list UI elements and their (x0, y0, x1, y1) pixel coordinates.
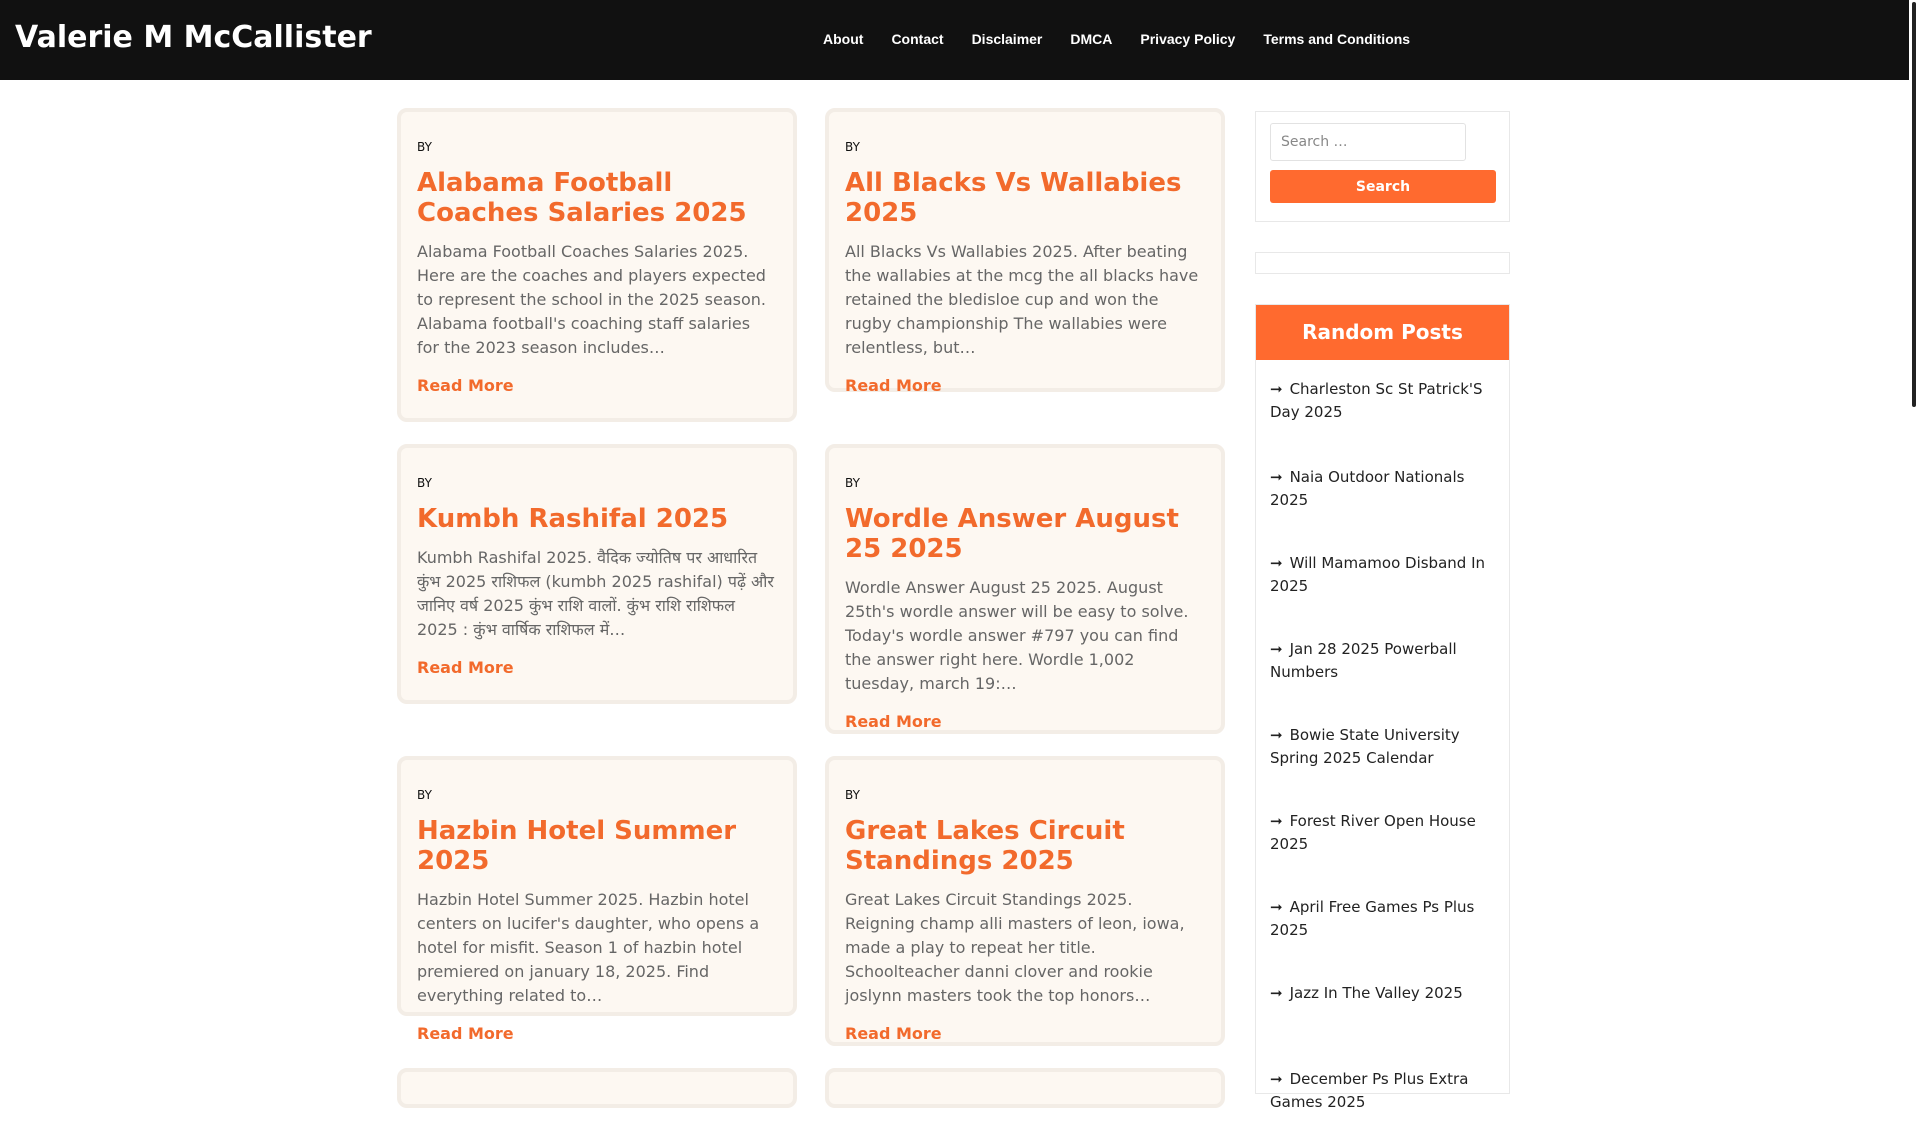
post-card-partial (397, 1068, 797, 1108)
arrow-right-icon: ➞ (1270, 984, 1283, 1002)
post-excerpt: Alabama Football Coaches Salaries 2025. … (417, 242, 767, 357)
post-card: BY Great Lakes Circuit Standings 2025 Gr… (825, 756, 1225, 1046)
random-post-item[interactable]: ➞ Jan 28 2025 Powerball Numbers (1270, 618, 1495, 704)
random-post-link[interactable]: April Free Games Ps Plus 2025 (1270, 898, 1474, 939)
post-excerpt: Kumbh Rashifal 2025. वैदिक ज्योतिष पर आध… (417, 548, 774, 639)
post-title[interactable]: Kumbh Rashifal 2025 (417, 504, 777, 534)
empty-widget (1255, 252, 1510, 274)
random-post-item[interactable]: ➞ Naia Outdoor Nationals 2025 (1270, 446, 1495, 532)
post-card: BY Hazbin Hotel Summer 2025 Hazbin Hotel… (397, 756, 797, 1043)
post-card: BY Alabama Football Coaches Salaries 202… (397, 108, 797, 422)
arrow-right-icon: ➞ (1270, 726, 1283, 744)
post-excerpt: Hazbin Hotel Summer 2025. Hazbin hotel c… (417, 890, 760, 1005)
post-card: BY Kumbh Rashifal 2025 Kumbh Rashifal 20… (397, 444, 797, 704)
random-post-link[interactable]: Jazz In The Valley 2025 (1290, 984, 1463, 1002)
post-author-label: BY (845, 476, 860, 490)
random-post-link[interactable]: Charleston Sc St Patrick'S Day 2025 (1270, 380, 1483, 421)
nav-privacy-policy[interactable]: Privacy Policy (1140, 31, 1235, 47)
main-nav: About Contact Disclaimer DMCA Privacy Po… (823, 31, 1438, 47)
nav-dmca[interactable]: DMCA (1070, 31, 1112, 47)
random-post-item[interactable]: ➞ April Free Games Ps Plus 2025 (1270, 876, 1495, 962)
random-posts-widget: Random Posts ➞ Charleston Sc St Patrick'S… (1255, 304, 1510, 1111)
random-post-item[interactable]: ➞ Jazz In The Valley 2025 (1270, 962, 1495, 1048)
random-post-link[interactable]: Will Mamamoo Disband In 2025 (1270, 554, 1485, 595)
post-excerpt: Great Lakes Circuit Standings 2025. Reig… (845, 890, 1185, 1005)
post-author-label: BY (845, 140, 860, 154)
random-post-item[interactable]: ➞ Will Mamamoo Disband In 2025 (1270, 532, 1495, 618)
random-post-item[interactable]: ➞ Charleston Sc St Patrick'S Day 2025 (1270, 360, 1495, 446)
arrow-right-icon: ➞ (1270, 380, 1283, 398)
nav-contact[interactable]: Contact (891, 31, 943, 47)
post-card-partial (825, 1068, 1225, 1108)
arrow-right-icon: ➞ (1270, 812, 1283, 830)
search-button[interactable]: Search (1270, 170, 1496, 203)
arrow-right-icon: ➞ (1270, 554, 1283, 572)
post-title[interactable]: Hazbin Hotel Summer 2025 (417, 816, 777, 876)
site-header: Valerie M McCallister About Contact Disc… (0, 0, 1909, 80)
random-posts-list: ➞ Charleston Sc St Patrick'S Day 2025 ➞ Na… (1256, 360, 1509, 1134)
random-post-link[interactable]: Forest River Open House 2025 (1270, 812, 1476, 853)
search-widget: Search (1255, 111, 1510, 222)
random-post-link[interactable]: Bowie State University Spring 2025 Calen… (1270, 726, 1460, 767)
scrollbar-thumb[interactable] (1912, 2, 1916, 407)
post-title[interactable]: Wordle Answer August 25 2025 (845, 504, 1205, 564)
site-title[interactable]: Valerie M McCallister (15, 20, 372, 55)
post-author-label: BY (417, 788, 432, 802)
nav-disclaimer[interactable]: Disclaimer (972, 31, 1043, 47)
post-title[interactable]: All Blacks Vs Wallabies 2025 (845, 168, 1205, 228)
post-author-label: BY (417, 140, 432, 154)
post-card: BY Wordle Answer August 25 2025 Wordle A… (825, 444, 1225, 734)
read-more-link[interactable]: Read More (845, 712, 942, 731)
read-more-link[interactable]: Read More (845, 376, 942, 395)
search-input[interactable] (1270, 123, 1466, 161)
random-post-link[interactable]: Naia Outdoor Nationals 2025 (1270, 468, 1464, 509)
random-post-link[interactable]: Jan 28 2025 Powerball Numbers (1270, 640, 1457, 681)
random-post-item[interactable]: ➞ Bowie State University Spring 2025 Cale… (1270, 704, 1495, 790)
post-card: BY All Blacks Vs Wallabies 2025 All Blac… (825, 108, 1225, 395)
post-title[interactable]: Alabama Football Coaches Salaries 2025 (417, 168, 777, 228)
post-title[interactable]: Great Lakes Circuit Standings 2025 (845, 816, 1205, 876)
arrow-right-icon: ➞ (1270, 898, 1283, 916)
post-excerpt: Wordle Answer August 25 2025. August 25t… (845, 578, 1189, 693)
post-excerpt: All Blacks Vs Wallabies 2025. After beat… (845, 242, 1199, 357)
random-post-link[interactable]: December Ps Plus Extra Games 2025 (1270, 1070, 1468, 1111)
arrow-right-icon: ➞ (1270, 468, 1283, 486)
page-scrollbar[interactable] (1909, 0, 1920, 1080)
nav-about[interactable]: About (823, 31, 863, 47)
post-author-label: BY (845, 788, 860, 802)
arrow-right-icon: ➞ (1270, 640, 1283, 658)
read-more-link[interactable]: Read More (417, 658, 514, 677)
random-posts-title: Random Posts (1256, 305, 1509, 360)
post-author-label: BY (417, 476, 432, 490)
nav-terms[interactable]: Terms and Conditions (1263, 31, 1410, 47)
read-more-link[interactable]: Read More (845, 1024, 942, 1043)
read-more-link[interactable]: Read More (417, 1024, 514, 1043)
read-more-link[interactable]: Read More (417, 376, 514, 395)
random-post-item[interactable]: ➞ Forest River Open House 2025 (1270, 790, 1495, 876)
random-post-item[interactable]: ➞ December Ps Plus Extra Games 2025 (1270, 1048, 1495, 1134)
